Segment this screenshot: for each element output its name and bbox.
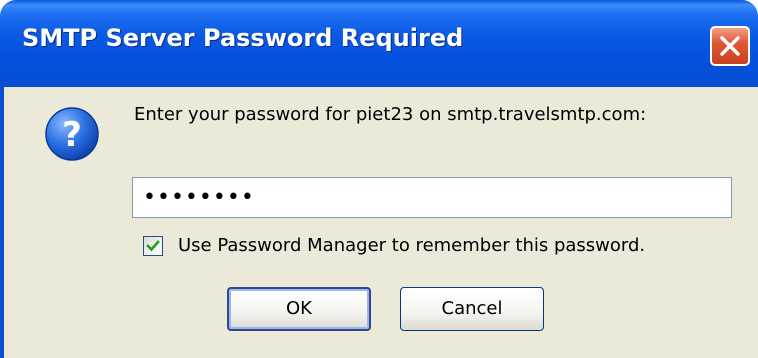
remember-password-checkbox[interactable] bbox=[143, 236, 163, 256]
password-prompt: Enter your password for piet23 on smtp.t… bbox=[134, 104, 647, 125]
title-bar[interactable]: SMTP Server Password Required bbox=[0, 0, 758, 87]
password-field[interactable] bbox=[132, 177, 732, 218]
close-icon bbox=[720, 36, 740, 56]
question-icon: ? bbox=[45, 107, 99, 161]
dialog-body bbox=[0, 87, 758, 358]
remember-password-label[interactable]: Use Password Manager to remember this pa… bbox=[178, 235, 645, 256]
ok-button[interactable]: OK bbox=[227, 287, 371, 331]
cancel-button[interactable]: Cancel bbox=[400, 287, 544, 331]
close-button[interactable] bbox=[710, 26, 750, 66]
password-dialog: SMTP Server Password Required ? Enter yo… bbox=[0, 0, 758, 358]
checkmark-icon bbox=[146, 240, 160, 252]
window-title: SMTP Server Password Required bbox=[22, 24, 464, 52]
svg-text:?: ? bbox=[62, 115, 82, 155]
